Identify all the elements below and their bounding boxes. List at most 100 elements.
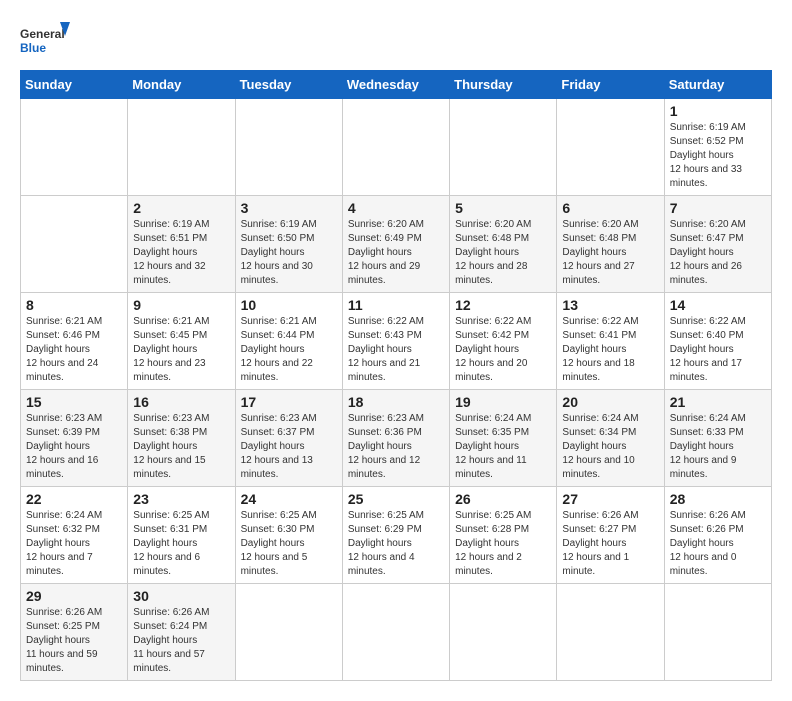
calendar-day-cell [450,584,557,681]
calendar-day-cell: 7 Sunrise: 6:20 AMSunset: 6:47 PMDaylight… [664,196,771,293]
day-info: Sunrise: 6:19 AMSunset: 6:50 PMDaylight … [241,218,337,288]
day-number: 19 [455,394,551,410]
calendar-header-cell: Monday [128,71,235,99]
day-number: 18 [348,394,444,410]
day-number: 22 [26,491,122,507]
day-number: 21 [670,394,766,410]
calendar-day-cell: 27 Sunrise: 6:26 AMSunset: 6:27 PMDayligh… [557,487,664,584]
day-info: Sunrise: 6:19 AMSunset: 6:52 PMDaylight … [670,121,766,191]
day-info: Sunrise: 6:26 AMSunset: 6:27 PMDaylight … [562,509,658,579]
calendar-day-cell: 9 Sunrise: 6:21 AMSunset: 6:45 PMDaylight… [128,293,235,390]
day-number: 8 [26,297,122,313]
day-number: 20 [562,394,658,410]
calendar-day-cell: 25Sunrise: 6:25 AMSunset: 6:29 PMDayligh… [342,487,449,584]
day-number: 16 [133,394,229,410]
day-number: 30 [133,588,229,604]
calendar-header-cell: Friday [557,71,664,99]
calendar-day-cell: 15Sunrise: 6:23 AMSunset: 6:39 PMDayligh… [21,390,128,487]
day-info: Sunrise: 6:21 AMSunset: 6:45 PMDaylight … [133,315,229,385]
day-number: 14 [670,297,766,313]
calendar-day-cell: 1 Sunrise: 6:19 AMSunset: 6:52 PMDaylight… [664,99,771,196]
day-info: Sunrise: 6:23 AMSunset: 6:36 PMDaylight … [348,412,444,482]
calendar-day-cell: 30 Sunrise: 6:26 AMSunset: 6:24 PMDayligh… [128,584,235,681]
day-number: 4 [348,200,444,216]
day-number: 24 [241,491,337,507]
calendar-header-cell: Thursday [450,71,557,99]
day-number: 28 [670,491,766,507]
calendar-day-cell [235,99,342,196]
day-number: 29 [26,588,122,604]
calendar-day-cell: 26 Sunrise: 6:25 AMSunset: 6:28 PMDayligh… [450,487,557,584]
day-info: Sunrise: 6:20 AMSunset: 6:47 PMDaylight … [670,218,766,288]
svg-text:Blue: Blue [20,41,46,55]
day-number: 27 [562,491,658,507]
calendar-day-cell: 21 Sunrise: 6:24 AMSunset: 6:33 PMDayligh… [664,390,771,487]
calendar-day-cell: 29 Sunrise: 6:26 AMSunset: 6:25 PMDayligh… [21,584,128,681]
day-info: Sunrise: 6:23 AMSunset: 6:37 PMDaylight … [241,412,337,482]
day-info: Sunrise: 6:23 AMSunset: 6:38 PMDaylight … [133,412,229,482]
calendar-day-cell: 23Sunrise: 6:25 AMSunset: 6:31 PMDayligh… [128,487,235,584]
calendar-header-cell: Saturday [664,71,771,99]
day-number: 2 [133,200,229,216]
day-number: 13 [562,297,658,313]
calendar-week-row: 1 Sunrise: 6:19 AMSunset: 6:52 PMDaylight… [21,99,772,196]
day-number: 25 [348,491,444,507]
day-number: 9 [133,297,229,313]
day-info: Sunrise: 6:24 AMSunset: 6:34 PMDaylight … [562,412,658,482]
logo: GeneralBlue [20,20,70,60]
day-info: Sunrise: 6:24 AMSunset: 6:33 PMDaylight … [670,412,766,482]
day-info: Sunrise: 6:21 AMSunset: 6:46 PMDaylight … [26,315,122,385]
calendar-day-cell [128,99,235,196]
svg-text:General: General [20,27,65,41]
calendar-day-cell: 8 Sunrise: 6:21 AMSunset: 6:46 PMDaylight… [21,293,128,390]
day-info: Sunrise: 6:26 AMSunset: 6:25 PMDaylight … [26,606,122,676]
calendar-day-cell [21,196,128,293]
calendar-day-cell: 16 Sunrise: 6:23 AMSunset: 6:38 PMDayligh… [128,390,235,487]
day-number: 5 [455,200,551,216]
day-info: Sunrise: 6:21 AMSunset: 6:44 PMDaylight … [241,315,337,385]
day-info: Sunrise: 6:26 AMSunset: 6:24 PMDaylight … [133,606,229,676]
calendar-day-cell: 6 Sunrise: 6:20 AMSunset: 6:48 PMDaylight… [557,196,664,293]
day-number: 3 [241,200,337,216]
calendar-day-cell: 4 Sunrise: 6:20 AMSunset: 6:49 PMDaylight… [342,196,449,293]
calendar-day-cell: 22 Sunrise: 6:24 AMSunset: 6:32 PMDayligh… [21,487,128,584]
calendar-day-cell [21,99,128,196]
day-info: Sunrise: 6:20 AMSunset: 6:48 PMDaylight … [455,218,551,288]
day-info: Sunrise: 6:19 AMSunset: 6:51 PMDaylight … [133,218,229,288]
calendar-day-cell: 17Sunrise: 6:23 AMSunset: 6:37 PMDayligh… [235,390,342,487]
calendar-header-cell: Wednesday [342,71,449,99]
day-info: Sunrise: 6:25 AMSunset: 6:28 PMDaylight … [455,509,551,579]
day-info: Sunrise: 6:20 AMSunset: 6:49 PMDaylight … [348,218,444,288]
day-number: 6 [562,200,658,216]
calendar-day-cell: 28Sunrise: 6:26 AMSunset: 6:26 PMDayligh… [664,487,771,584]
day-info: Sunrise: 6:20 AMSunset: 6:48 PMDaylight … [562,218,658,288]
day-number: 1 [670,103,766,119]
calendar-week-row: 15Sunrise: 6:23 AMSunset: 6:39 PMDayligh… [21,390,772,487]
calendar-day-cell [342,584,449,681]
day-number: 7 [670,200,766,216]
calendar-day-cell: 3 Sunrise: 6:19 AMSunset: 6:50 PMDaylight… [235,196,342,293]
day-info: Sunrise: 6:25 AMSunset: 6:30 PMDaylight … [241,509,337,579]
day-info: Sunrise: 6:22 AMSunset: 6:40 PMDaylight … [670,315,766,385]
day-info: Sunrise: 6:22 AMSunset: 6:41 PMDaylight … [562,315,658,385]
day-number: 26 [455,491,551,507]
calendar-day-cell [557,584,664,681]
calendar-day-cell [557,99,664,196]
calendar-day-cell: 10Sunrise: 6:21 AMSunset: 6:44 PMDayligh… [235,293,342,390]
day-number: 11 [348,297,444,313]
calendar-day-cell: 13 Sunrise: 6:22 AMSunset: 6:41 PMDayligh… [557,293,664,390]
calendar-day-cell [342,99,449,196]
header: GeneralBlue [20,20,772,60]
day-number: 23 [133,491,229,507]
calendar-day-cell: 12Sunrise: 6:22 AMSunset: 6:42 PMDayligh… [450,293,557,390]
calendar-day-cell [450,99,557,196]
calendar-day-cell: 24 Sunrise: 6:25 AMSunset: 6:30 PMDayligh… [235,487,342,584]
calendar-day-cell: 5 Sunrise: 6:20 AMSunset: 6:48 PMDaylight… [450,196,557,293]
day-number: 15 [26,394,122,410]
day-info: Sunrise: 6:24 AMSunset: 6:35 PMDaylight … [455,412,551,482]
calendar-week-row: 8 Sunrise: 6:21 AMSunset: 6:46 PMDaylight… [21,293,772,390]
day-info: Sunrise: 6:22 AMSunset: 6:42 PMDaylight … [455,315,551,385]
day-info: Sunrise: 6:24 AMSunset: 6:32 PMDaylight … [26,509,122,579]
calendar-week-row: 2 Sunrise: 6:19 AMSunset: 6:51 PMDaylight… [21,196,772,293]
calendar-day-cell: 19 Sunrise: 6:24 AMSunset: 6:35 PMDayligh… [450,390,557,487]
